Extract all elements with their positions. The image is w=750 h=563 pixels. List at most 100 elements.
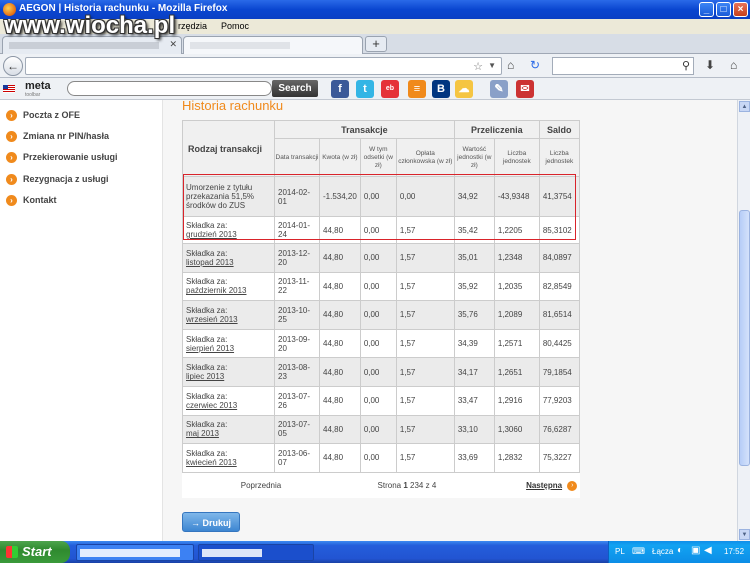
taskbar-item-blurred [80, 549, 180, 557]
url-dropdown-icon[interactable]: ▼ [488, 61, 496, 70]
units-cell: 1,2651 [493, 357, 540, 387]
system-tray: PL ⌨ Łącza ◐ ▣ ◀ 17:52 [608, 541, 750, 563]
close-window-button[interactable]: × [733, 2, 748, 17]
search-icon[interactable]: ⚲ [682, 59, 690, 72]
new-tab-button[interactable]: + [365, 36, 387, 52]
meta-search-input[interactable] [67, 81, 272, 96]
sidebar-item-label[interactable]: Zmiana nr PIN/hasła [23, 131, 109, 141]
network-icon[interactable]: ◐ [677, 545, 683, 556]
menu-help[interactable]: Pomoc [221, 21, 249, 31]
contribution-month-link[interactable]: kwiecień 2013 [186, 458, 237, 467]
facebook-icon[interactable]: f [331, 80, 349, 98]
meta-logo[interactable]: meta [25, 80, 51, 92]
scroll-thumb[interactable] [739, 210, 750, 466]
ebay-icon[interactable]: eb [381, 80, 399, 98]
sidebar-item-label[interactable]: Poczta z OFE [23, 110, 80, 120]
next-page-link[interactable]: Następna [526, 481, 562, 490]
date-cell: 2014-02-01 [274, 176, 320, 217]
meta-toolbar: meta toolbar Search f t eb ≡ B ☁ ✎ ✉ [0, 78, 750, 100]
table-row: Składka za: kwiecień 2013 2013-06-07 44,8… [182, 443, 580, 473]
unit-value-cell: 35,01 [453, 243, 495, 273]
balance-cell: 84,0897 [538, 243, 580, 273]
keyboard-icon[interactable]: ⌨ [632, 546, 645, 557]
transaction-type-text: Składka za: [186, 363, 228, 373]
print-button[interactable]: → Drukuj [182, 512, 240, 532]
contribution-month-link[interactable]: sierpień 2013 [186, 344, 234, 353]
download-icon[interactable]: ⬇ [705, 58, 715, 72]
unit-value-cell: 35,42 [453, 216, 495, 244]
page-link-4[interactable]: 4 [419, 481, 423, 490]
monitor-icon[interactable]: ▣ [691, 545, 700, 556]
browser-search-field[interactable]: ⚲ [552, 57, 694, 75]
next-page[interactable]: Następna › [494, 472, 580, 499]
column-header: Liczba jednostek [538, 138, 580, 177]
minimize-button[interactable]: _ [699, 2, 714, 17]
network-label[interactable]: Łącza [652, 547, 673, 556]
bookmark-star-icon[interactable]: ☆ [473, 60, 483, 73]
interest-cell: 0,00 [359, 300, 397, 330]
transaction-type-text: Składka za: [186, 448, 228, 458]
page-scrollbar[interactable]: ▲ ▼ [737, 100, 750, 541]
transaction-type: Składka za: wrzesień 2013 [182, 300, 275, 330]
maximize-button[interactable]: □ [716, 2, 731, 17]
arrow-bullet-icon: › [6, 174, 17, 185]
windows-logo-icon [6, 546, 18, 558]
tab-2[interactable] [183, 36, 363, 54]
header-saldo: Saldo [538, 120, 580, 139]
transaction-type-text: Składka za: [186, 248, 228, 258]
flag-icon[interactable] [3, 85, 15, 93]
weather-icon[interactable]: ☁ [455, 80, 473, 98]
volume-icon[interactable]: ◀ [704, 545, 712, 556]
notes-icon[interactable]: ✎ [490, 80, 508, 98]
home-icon[interactable]: ⌂ [507, 58, 514, 72]
sidebar-item-label[interactable]: Rezygnacja z usługi [23, 174, 109, 184]
tab-close-icon[interactable]: ✕ [169, 39, 177, 50]
balance-cell: 80,4425 [538, 328, 580, 359]
contribution-month-link[interactable]: wrzesień 2013 [186, 315, 238, 324]
arrow-bullet-icon: › [6, 195, 17, 206]
amount-cell: 44,80 [319, 300, 361, 330]
back-button[interactable]: ← [3, 56, 23, 76]
print-arrow-icon: → [190, 518, 203, 528]
twitter-icon[interactable]: t [356, 80, 374, 98]
column-header: Wartość jednostki (w zł) [453, 138, 495, 177]
start-button[interactable]: Start [0, 541, 70, 563]
units-cell: 1,2089 [493, 300, 540, 330]
taskbar-item-1[interactable] [76, 544, 194, 561]
transaction-type: Składka za: listopad 2013 [182, 243, 275, 273]
reload-icon[interactable]: ↻ [530, 58, 540, 72]
meta-search-button[interactable]: Search [272, 80, 318, 97]
tab-1-title-blurred [9, 42, 159, 49]
table-row: Umorzenie z tytułu przekazania 51,5% śro… [182, 176, 580, 217]
language-indicator[interactable]: PL [615, 547, 625, 556]
next-arrow-icon[interactable]: › [567, 480, 578, 491]
units-cell: 1,2571 [493, 328, 540, 359]
balance-cell: 81,6514 [538, 300, 580, 330]
fee-cell: 1,57 [395, 357, 455, 387]
menu-tools[interactable]: rzędzia [178, 21, 207, 31]
booking-icon[interactable]: B [432, 80, 450, 98]
sidebar-item-label[interactable]: Przekierowanie usługi [23, 152, 118, 162]
contribution-month-link[interactable]: grudzień 2013 [186, 230, 237, 239]
contribution-month-link[interactable]: lipiec 2013 [186, 372, 224, 381]
contribution-month-link[interactable]: listopad 2013 [186, 258, 234, 267]
mail-icon[interactable]: ✉ [516, 80, 534, 98]
taskbar-item-2[interactable] [198, 544, 314, 561]
contribution-month-link[interactable]: październik 2013 [186, 286, 246, 295]
watermark: www.wiocha.pl [4, 12, 176, 39]
scroll-up-icon[interactable]: ▲ [739, 101, 750, 112]
amount-cell: -1.534,20 [319, 176, 361, 217]
amount-cell: 44,80 [319, 271, 361, 302]
contribution-month-link[interactable]: czerwiec 2013 [186, 401, 237, 410]
shopping-icon[interactable]: ≡ [408, 80, 426, 98]
sidebar-item-label[interactable]: Kontakt [23, 195, 57, 205]
unit-value-cell: 33,10 [453, 414, 495, 445]
contribution-month-link[interactable]: maj 2013 [186, 429, 219, 438]
home-page-icon[interactable]: ⌂ [730, 58, 737, 72]
pagination-row: Poprzednia Strona 1 234 z 4 Następna › [182, 472, 580, 499]
date-cell: 2014-01-24 [274, 216, 320, 244]
column-header: Opłata członkowska (w zł) [395, 138, 455, 177]
prev-page-link[interactable]: Poprzednia [182, 472, 320, 499]
scroll-down-icon[interactable]: ▼ [739, 529, 750, 540]
url-bar[interactable]: ☆ ▼ [25, 57, 502, 75]
